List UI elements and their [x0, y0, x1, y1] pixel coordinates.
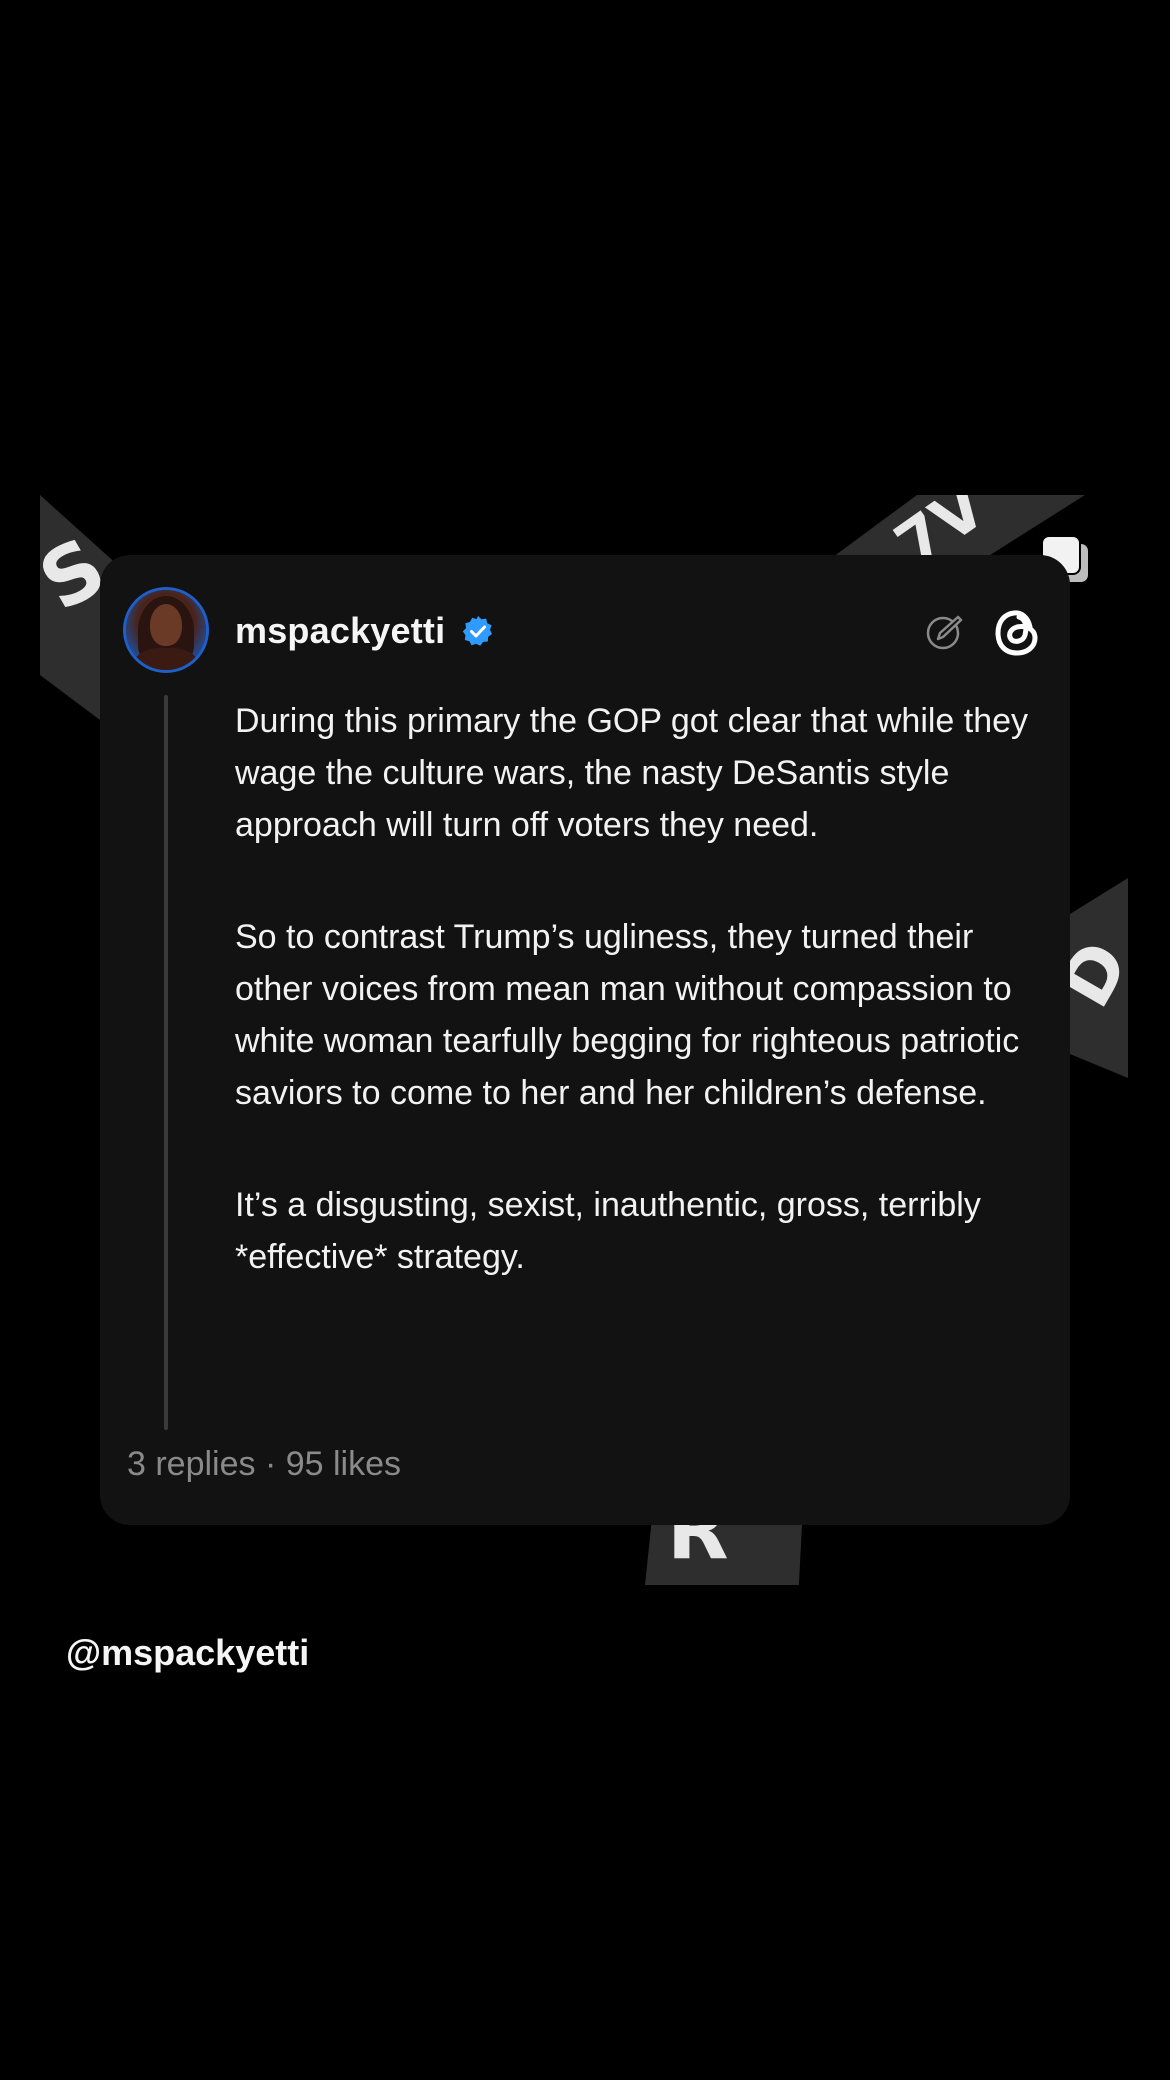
avatar[interactable]	[126, 590, 206, 670]
footer-handle: @mspackyetti	[66, 1632, 310, 1673]
replies-count[interactable]: 3 replies	[127, 1445, 256, 1483]
decorative-ribbon-bottom: R	[645, 1525, 802, 1585]
post-paragraph: So to contrast Trump’s ugliness, they tu…	[235, 918, 1020, 1112]
verified-badge-icon	[462, 616, 492, 646]
post-paragraph: It’s a disgusting, sexist, inauthentic, …	[235, 1186, 981, 1276]
ribbon-glyph-top-right: 7V	[882, 495, 999, 557]
compose-icon[interactable]	[925, 612, 965, 652]
threads-logo-icon[interactable]	[993, 605, 1043, 659]
likes-count[interactable]: 95 likes	[286, 1445, 401, 1483]
post-stats: 3 replies · 95 likes	[127, 1445, 401, 1484]
decorative-ribbon-right: D	[1070, 878, 1128, 1078]
username[interactable]: mspackyetti	[235, 610, 445, 652]
ribbon-glyph-right: D	[1070, 927, 1128, 1021]
post-body: During this primary the GOP got clear th…	[235, 695, 1035, 1343]
stats-separator: ·	[255, 1445, 286, 1483]
ribbon-glyph-bottom: R	[667, 1525, 729, 1577]
thread-line	[164, 695, 168, 1430]
avatar-body	[134, 648, 198, 670]
post-paragraph: During this primary the GOP got clear th…	[235, 702, 1029, 844]
post-card[interactable]: mspackyetti During this primary the GOP …	[100, 555, 1070, 1525]
avatar-face	[150, 604, 182, 646]
